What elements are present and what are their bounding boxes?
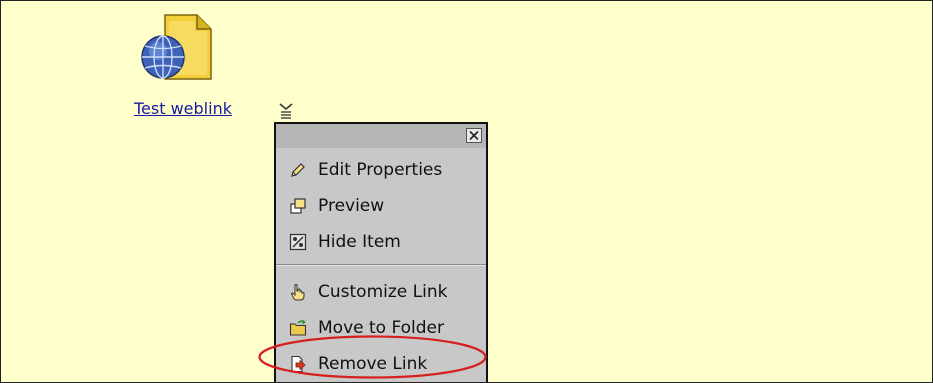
item-menu-toggle-icon[interactable]: [277, 101, 295, 119]
menu-item-edit-properties[interactable]: Edit Properties: [276, 152, 486, 188]
menu-item-remove-link[interactable]: Remove Link: [276, 346, 486, 382]
remove-link-icon: [288, 354, 308, 374]
menu-item-label: Remove Link: [318, 354, 428, 374]
close-icon[interactable]: [466, 128, 482, 143]
pencil-icon: [288, 160, 308, 180]
hide-item-icon: [288, 232, 308, 252]
menu-item-label: Hide Item: [318, 232, 401, 252]
menu-group-item: Edit Properties Preview Hide Item: [276, 148, 486, 260]
preview-window-icon: [288, 196, 308, 216]
menu-separator: [276, 264, 486, 266]
hand-pointer-icon: [288, 282, 308, 302]
menu-item-preview[interactable]: Preview: [276, 188, 486, 224]
menu-header: [276, 124, 486, 148]
menu-item-hide-item[interactable]: Hide Item: [276, 224, 486, 260]
weblink-file-icon[interactable]: [139, 13, 215, 83]
item-name-link[interactable]: Test weblink: [134, 99, 232, 118]
menu-item-label: Move to Folder: [318, 318, 444, 338]
menu-item-move-to-folder[interactable]: Move to Folder: [276, 310, 486, 346]
item-context-menu: Edit Properties Preview Hide Item Custom…: [274, 122, 488, 382]
menu-item-label: Preview: [318, 196, 385, 216]
menu-item-customize-link[interactable]: Customize Link: [276, 274, 486, 310]
menu-item-label: Edit Properties: [318, 160, 443, 180]
content-frame: Test weblink Edit Properties Preview Hid…: [0, 0, 933, 383]
menu-group-link: Customize Link Move to Folder Remove Lin…: [276, 270, 486, 382]
move-folder-icon: [288, 318, 308, 338]
menu-item-label: Customize Link: [318, 282, 448, 302]
